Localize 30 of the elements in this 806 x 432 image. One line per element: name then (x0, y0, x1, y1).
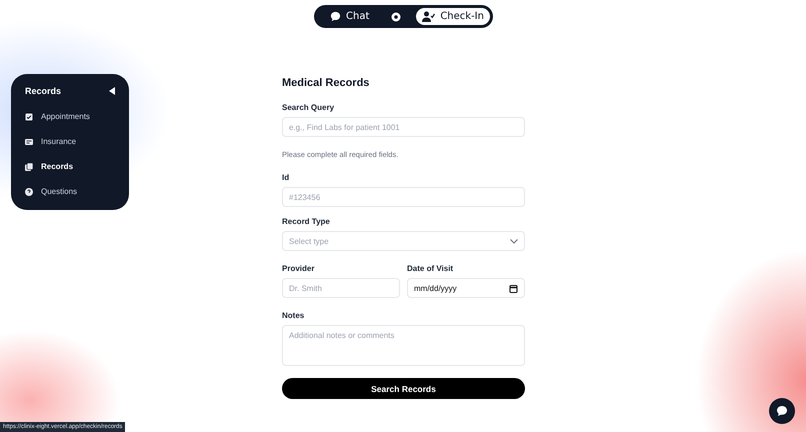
chat-tab[interactable]: Chat (324, 8, 376, 25)
sidebar-item[interactable]: Appointments (25, 104, 115, 129)
notes-field[interactable]: Additional notes or comments (282, 325, 525, 366)
search-field[interactable]: e.g., Find Labs for patient 1001 (282, 117, 525, 137)
field-label: Id (282, 173, 290, 182)
provider-field[interactable]: Dr. Smith (282, 278, 400, 298)
date-field[interactable]: mm/dd/yyyy (407, 278, 525, 298)
card-icon (25, 138, 33, 146)
field-label: Notes (282, 311, 306, 320)
chat-bubble-icon (330, 11, 341, 22)
circle-dot-icon[interactable] (390, 12, 401, 22)
collapse-icon[interactable] (109, 87, 115, 95)
question-icon (25, 188, 33, 196)
sidebar-item[interactable]: Questions (25, 179, 115, 204)
chevron-down-icon (510, 238, 518, 244)
field-label: Record Type (282, 217, 331, 226)
id-field[interactable]: #123456 (282, 187, 525, 207)
chat-bubble-icon (776, 405, 788, 417)
sidebar-item[interactable]: Insurance (25, 129, 115, 154)
documents-icon (25, 162, 33, 170)
field-label: Date of Visit (407, 264, 454, 273)
sidebar-title: Records (25, 86, 62, 96)
field-label: Search Query (282, 103, 336, 112)
form-title: Medical Records (282, 77, 370, 89)
sidebar-item[interactable]: Records (25, 154, 115, 179)
chat-button[interactable] (769, 398, 795, 424)
check-in-tab[interactable]: Check-In (416, 8, 490, 25)
user-check-icon (422, 11, 436, 22)
search-records-button[interactable]: Search Records (282, 378, 525, 399)
field-label: Provider (282, 264, 316, 273)
